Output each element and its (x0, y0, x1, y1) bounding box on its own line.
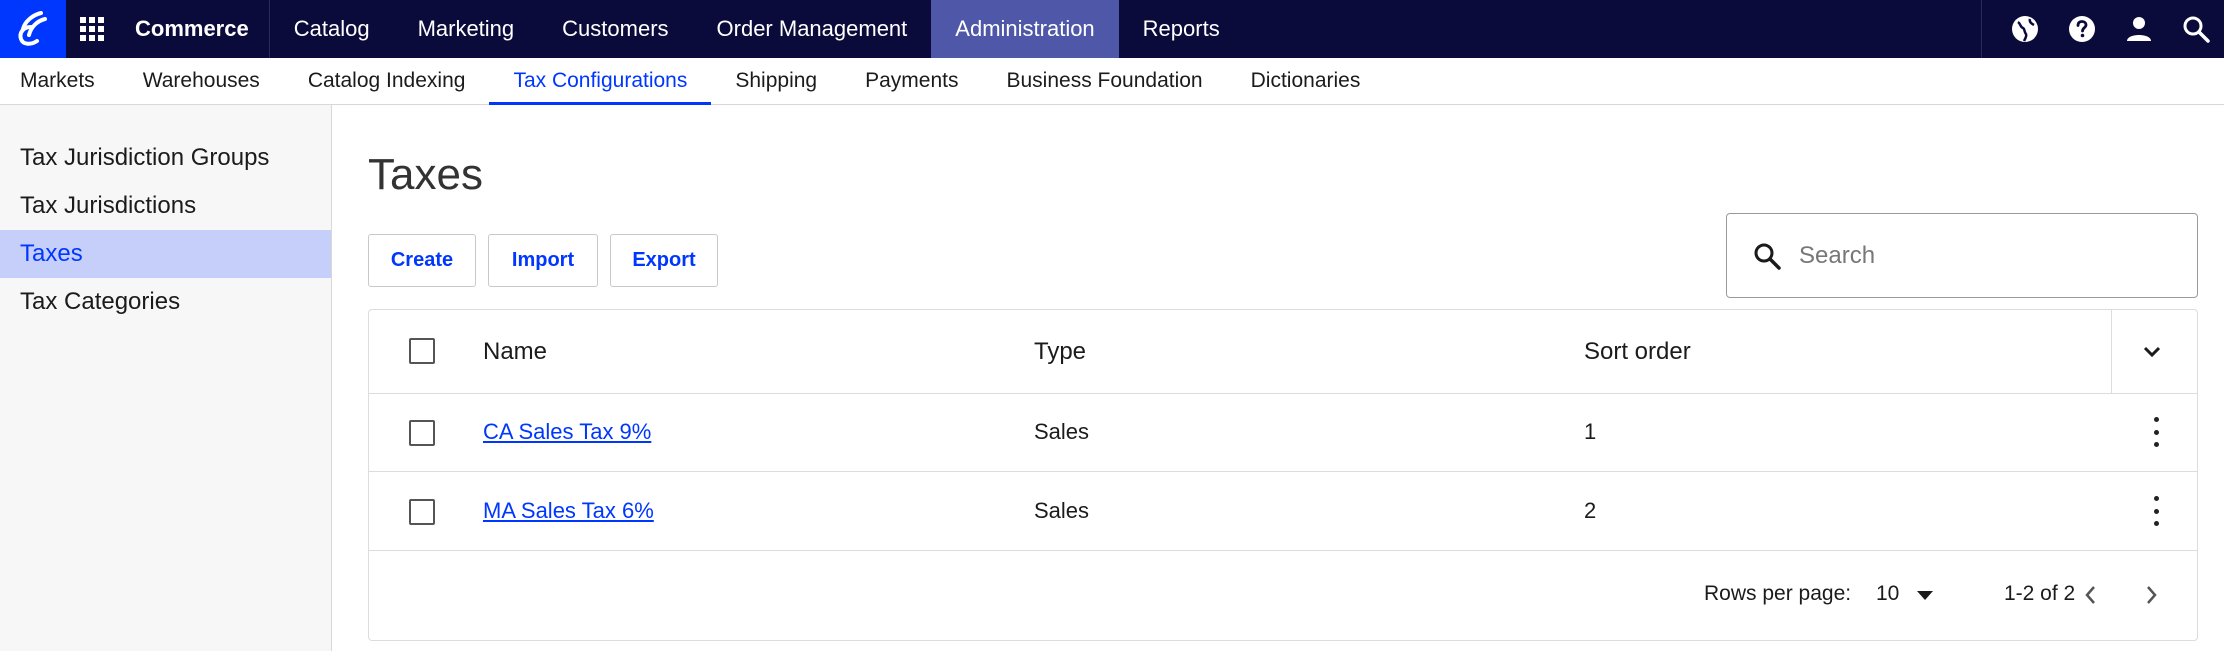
sidebar-item-tax-jurisdiction-groups[interactable]: Tax Jurisdiction Groups (0, 134, 331, 182)
caret-down-icon[interactable] (1917, 588, 1933, 606)
kebab-menu-icon[interactable] (2151, 496, 2161, 526)
table-row[interactable]: CA Sales Tax 9% Sales 1 (369, 394, 2197, 472)
tab-tax-configurations[interactable]: Tax Configurations (489, 58, 712, 105)
rows-per-page-select[interactable]: 10 (1876, 582, 1899, 606)
tab-markets[interactable]: Markets (0, 58, 119, 104)
globe-icon[interactable] (1996, 0, 2053, 58)
tax-type: Sales (1034, 419, 1090, 444)
brand-logo-icon[interactable] (0, 0, 66, 58)
row-checkbox[interactable] (409, 499, 435, 525)
sidebar-item-tax-categories[interactable]: Tax Categories (0, 278, 331, 326)
nav-item-customers[interactable]: Customers (538, 0, 692, 58)
top-navigation-bar: Commerce Catalog Marketing Customers Ord… (0, 0, 2224, 58)
help-icon[interactable] (2053, 0, 2110, 58)
search-icon[interactable] (2167, 0, 2224, 58)
column-header-name[interactable]: Name (483, 338, 547, 366)
tab-payments[interactable]: Payments (841, 58, 982, 104)
tax-sort-order: 1 (1584, 419, 1597, 444)
select-all-checkbox[interactable] (409, 338, 435, 364)
import-button[interactable]: Import (488, 234, 598, 287)
sub-navigation-tabs: Markets Warehouses Catalog Indexing Tax … (0, 58, 2224, 105)
page-title: Taxes (368, 150, 483, 199)
tax-name-link[interactable]: MA Sales Tax 6% (483, 498, 654, 524)
tax-sort-order: 2 (1584, 498, 1597, 523)
search-input[interactable] (1799, 241, 2159, 270)
sidebar-item-tax-jurisdictions[interactable]: Tax Jurisdictions (0, 182, 331, 230)
tab-business-foundation[interactable]: Business Foundation (982, 58, 1226, 104)
search-icon (1753, 242, 1781, 270)
rows-per-page-label: Rows per page: (1704, 582, 1852, 605)
main-content: Taxes Create Import Export Name Type Sor… (332, 105, 2224, 651)
tax-type: Sales (1034, 498, 1090, 523)
tab-shipping[interactable]: Shipping (711, 58, 841, 104)
chevron-left-icon[interactable] (2081, 583, 2101, 612)
column-header-type[interactable]: Type (1034, 338, 1086, 366)
chevron-down-icon[interactable] (2141, 340, 2163, 367)
brand-name[interactable]: Commerce (118, 0, 270, 58)
table-pagination: Rows per page: 10 1-2 of 2 (369, 552, 2197, 640)
apps-grid-icon[interactable] (66, 0, 118, 58)
chevron-right-icon[interactable] (2141, 583, 2161, 612)
tab-warehouses[interactable]: Warehouses (119, 58, 284, 104)
nav-item-order-management[interactable]: Order Management (693, 0, 932, 58)
tab-dictionaries[interactable]: Dictionaries (1227, 58, 1385, 104)
pagination-range: 1-2 of 2 (2004, 582, 2076, 605)
taxes-table: Name Type Sort order CA Sales Tax 9% Sal… (368, 309, 2198, 641)
kebab-menu-icon[interactable] (2151, 417, 2161, 447)
search-box (1726, 213, 2198, 298)
tax-name-link[interactable]: CA Sales Tax 9% (483, 419, 651, 445)
top-nav-actions (1981, 0, 2224, 58)
nav-item-marketing[interactable]: Marketing (394, 0, 539, 58)
nav-item-reports[interactable]: Reports (1119, 0, 1244, 58)
nav-item-administration[interactable]: Administration (931, 0, 1119, 58)
create-button[interactable]: Create (368, 234, 476, 287)
sidebar-item-taxes[interactable]: Taxes (0, 230, 331, 278)
column-header-sort-order[interactable]: Sort order (1584, 338, 1691, 366)
nav-item-catalog[interactable]: Catalog (270, 0, 394, 58)
tab-catalog-indexing[interactable]: Catalog Indexing (284, 58, 490, 104)
user-icon[interactable] (2110, 0, 2167, 58)
export-button[interactable]: Export (610, 234, 718, 287)
table-header: Name Type Sort order (369, 310, 2197, 394)
row-checkbox[interactable] (409, 420, 435, 446)
sidebar: Tax Jurisdiction Groups Tax Jurisdiction… (0, 105, 332, 651)
table-row[interactable]: MA Sales Tax 6% Sales 2 (369, 473, 2197, 551)
